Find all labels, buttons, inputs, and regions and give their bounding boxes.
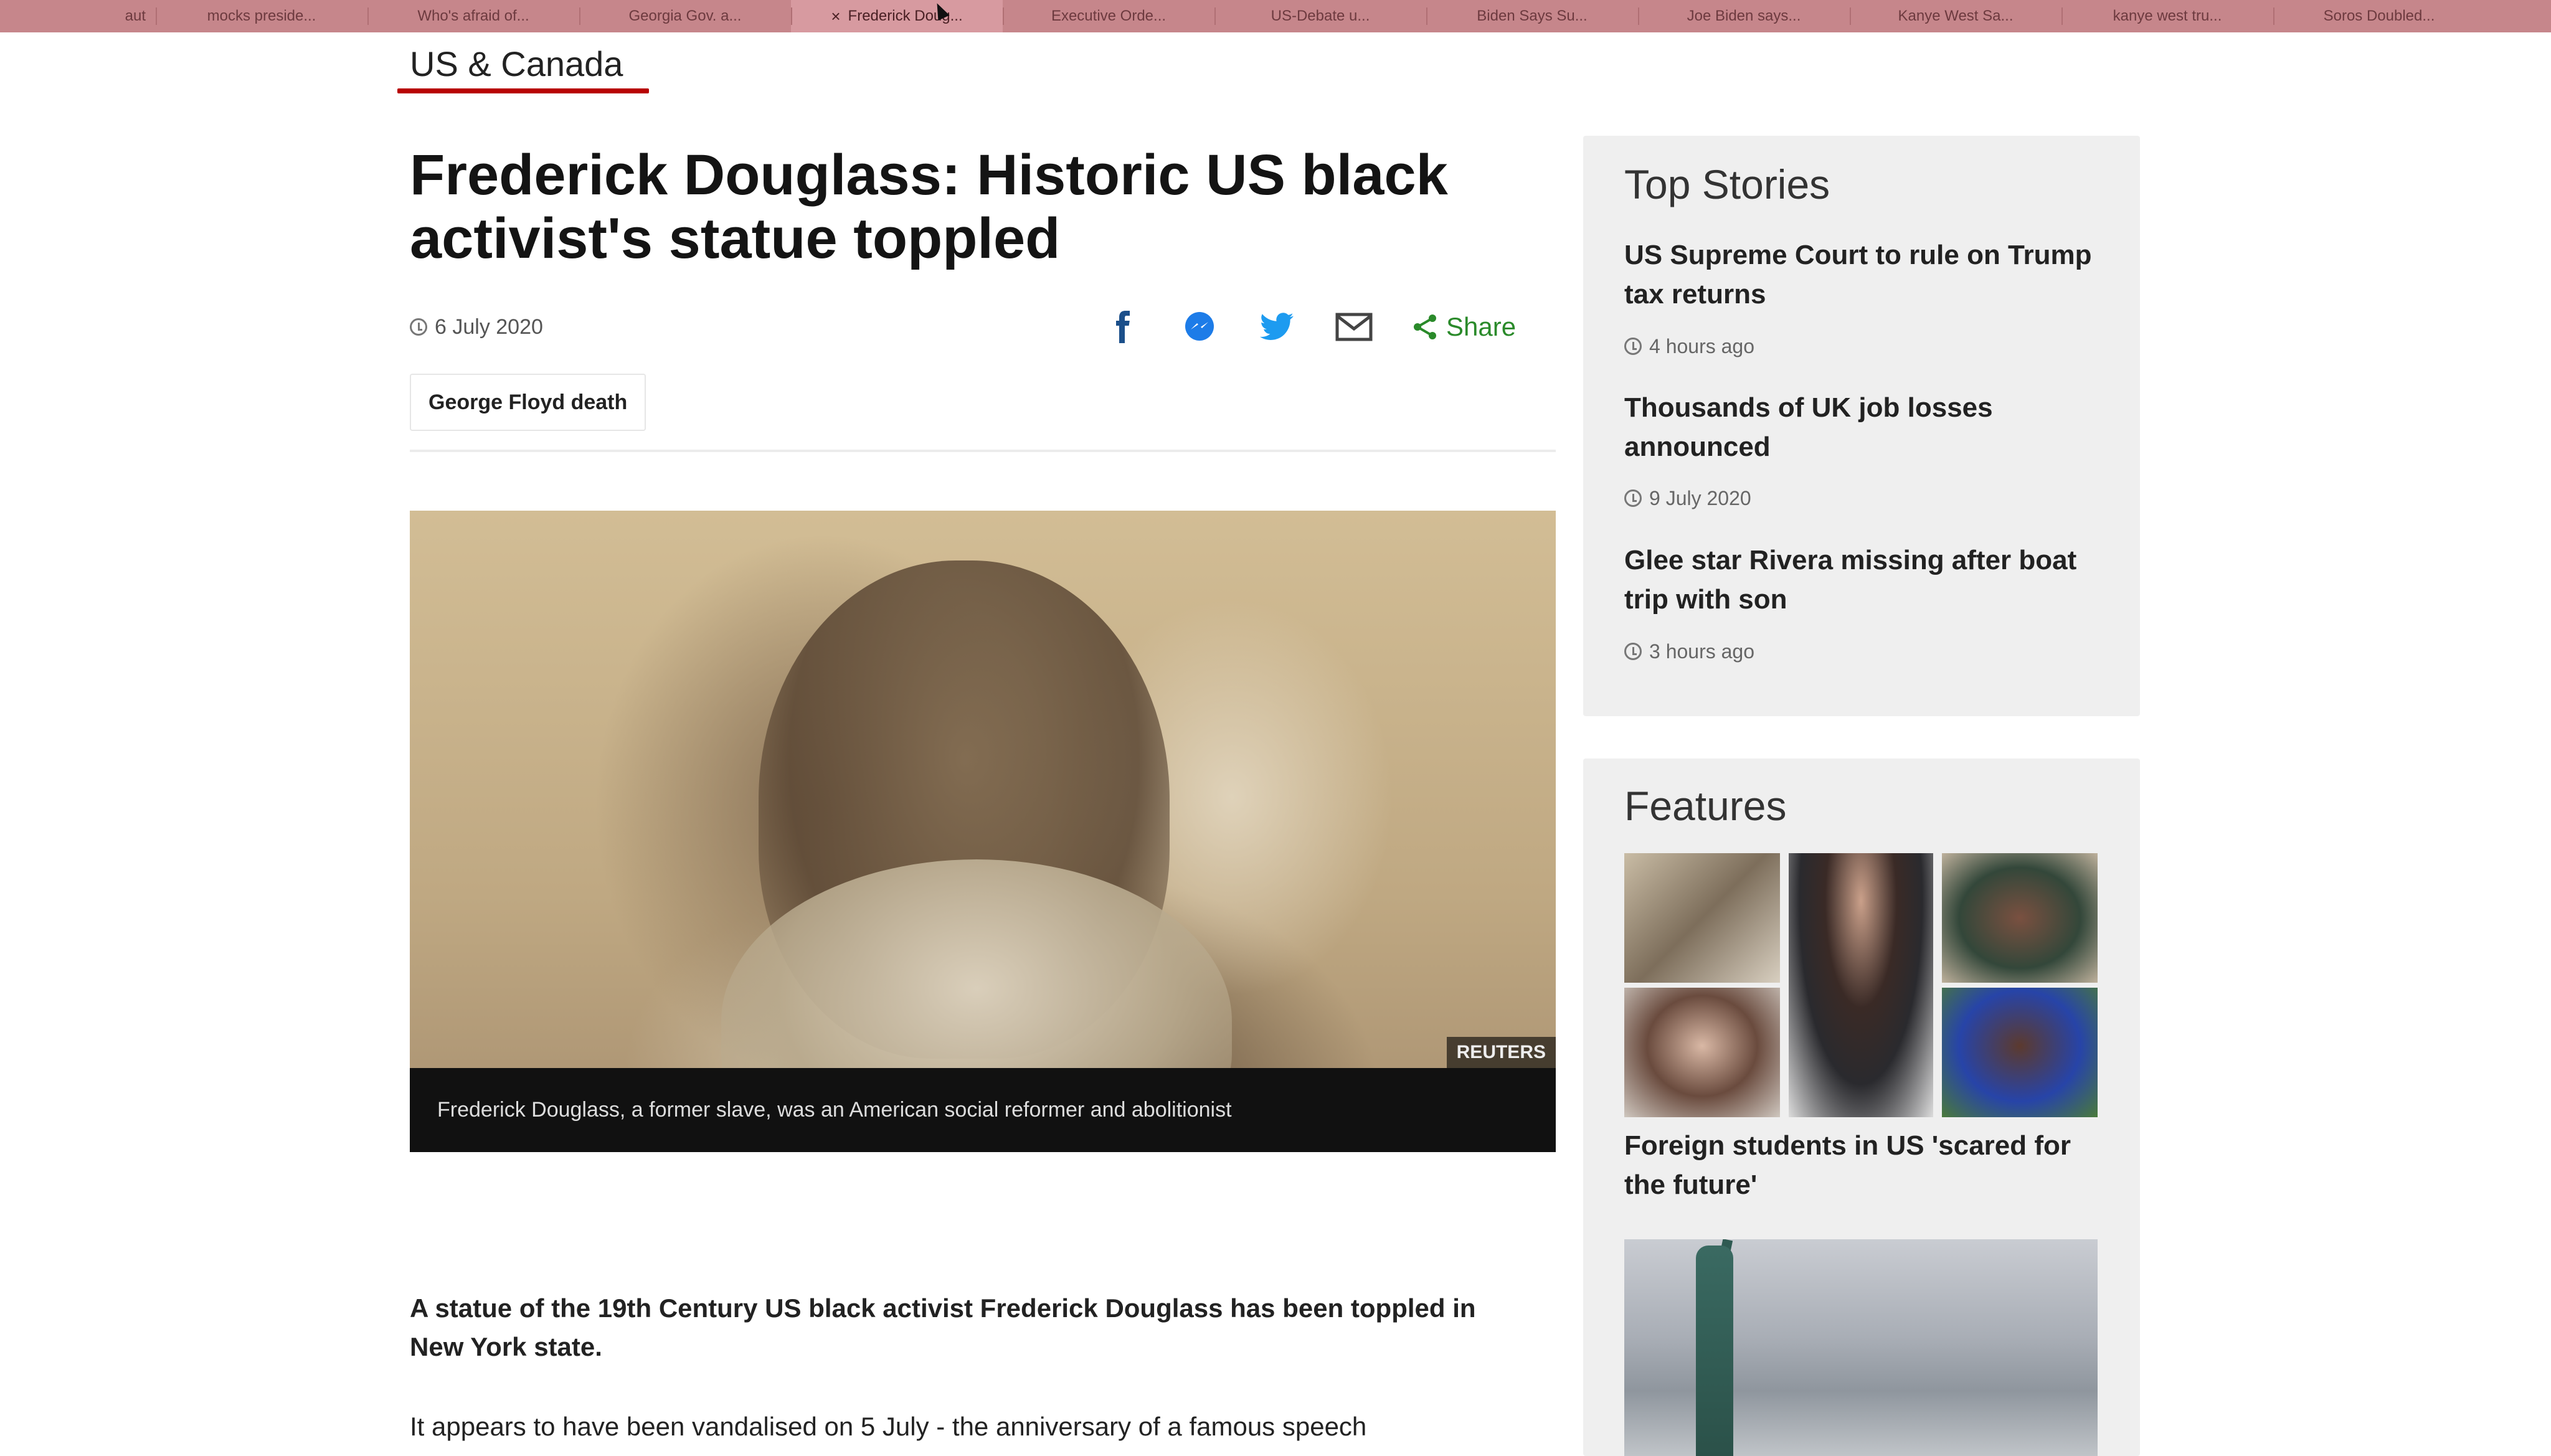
clock-icon xyxy=(1624,643,1642,660)
feature-image-collage[interactable] xyxy=(1624,853,2098,1117)
clock-icon xyxy=(1624,338,1642,355)
section-link-us-canada[interactable]: US & Canada xyxy=(410,44,623,84)
clock-icon xyxy=(410,318,427,336)
tab-label: Biden Says Su... xyxy=(1477,7,1588,24)
article-date: 6 July 2020 xyxy=(410,314,543,339)
top-story-link[interactable]: Glee star Rivera missing after boat trip… xyxy=(1624,541,2110,619)
browser-tab[interactable]: Kanye West Sa... xyxy=(1850,0,2061,32)
tab-label: aut xyxy=(125,7,146,24)
article-date-text: 6 July 2020 xyxy=(435,314,543,339)
email-icon[interactable] xyxy=(1334,307,1374,347)
article-paragraph: It appears to have been vandalised on 5 … xyxy=(410,1412,1367,1441)
browser-tab[interactable]: mocks preside... xyxy=(156,0,367,32)
tab-label: Executive Orde... xyxy=(1051,7,1167,24)
browser-tab[interactable]: Biden Says Su... xyxy=(1426,0,1638,32)
share-tools: Share xyxy=(1102,305,1516,349)
browser-tab[interactable]: aut xyxy=(0,0,156,32)
browser-tab[interactable]: Georgia Gov. a... xyxy=(579,0,791,32)
top-story-time-text: 4 hours ago xyxy=(1649,334,1755,357)
feature-thumb xyxy=(1942,853,2098,983)
top-stories-panel: Top Stories US Supreme Court to rule on … xyxy=(1583,136,2140,716)
clock-icon xyxy=(1624,489,1642,507)
messenger-icon[interactable] xyxy=(1180,307,1219,347)
browser-tab[interactable]: Soros Doubled... xyxy=(2273,0,2485,32)
tab-label: mocks preside... xyxy=(207,7,316,24)
feature-thumb xyxy=(1624,853,1780,983)
features-title: Features xyxy=(1624,783,1787,829)
tab-label: US-Debate u... xyxy=(1271,7,1370,24)
browser-tab[interactable]: Joe Biden says... xyxy=(1638,0,1850,32)
tab-label: Who's afraid of... xyxy=(417,7,529,24)
tab-label: kanye west tru... xyxy=(2113,7,2222,24)
browser-tab[interactable]: Who's afraid of... xyxy=(367,0,579,32)
top-story-link[interactable]: US Supreme Court to rule on Trump tax re… xyxy=(1624,235,2110,314)
top-story-time-text: 3 hours ago xyxy=(1649,640,1755,663)
browser-tab-bar: aut mocks preside... Who's afraid of... … xyxy=(0,0,2551,32)
browser-tab[interactable]: kanye west tru... xyxy=(2061,0,2273,32)
features-panel: Features Foreign students in US 'scared … xyxy=(1583,759,2140,1456)
tab-label: Joe Biden says... xyxy=(1687,7,1801,24)
browser-tab[interactable]: Executive Orde... xyxy=(1003,0,1214,32)
tab-label: Kanye West Sa... xyxy=(1898,7,2014,24)
feature-image-statue-of-liberty[interactable] xyxy=(1624,1239,2098,1456)
image-caption: Frederick Douglass, a former slave, was … xyxy=(410,1068,1556,1152)
top-stories-title: Top Stories xyxy=(1624,161,1830,207)
top-story-time: 9 July 2020 xyxy=(1624,486,1751,511)
top-story-time-text: 9 July 2020 xyxy=(1649,486,1751,509)
feature-link[interactable]: Foreign students in US 'scared for the f… xyxy=(1624,1126,2116,1204)
feature-thumb xyxy=(1789,853,1933,1117)
tab-close-icon[interactable]: × xyxy=(831,7,840,26)
image-credit: REUTERS xyxy=(1446,1037,1556,1068)
top-story-time: 4 hours ago xyxy=(1624,334,1754,359)
divider xyxy=(410,450,1556,452)
facebook-icon[interactable] xyxy=(1102,307,1142,347)
top-story-link[interactable]: Thousands of UK job losses announced xyxy=(1624,388,2110,466)
browser-tab[interactable]: US-Debate u... xyxy=(1214,0,1426,32)
browser-tab-active[interactable]: × Frederick Doug... xyxy=(791,0,1003,32)
article-hero-image: REUTERS Frederick Douglass, a former sla… xyxy=(410,511,1556,1152)
feature-thumb xyxy=(1942,988,2098,1117)
top-story-time: 3 hours ago xyxy=(1624,639,1754,664)
article-headline: Frederick Douglass: Historic US black ac… xyxy=(410,143,1448,270)
tab-label: Soros Doubled... xyxy=(2323,7,2435,24)
topic-tag-george-floyd-death[interactable]: George Floyd death xyxy=(410,374,646,431)
article-lede: A statue of the 19th Century US black ac… xyxy=(410,1293,1476,1361)
feature-image-detail xyxy=(1696,1246,1733,1456)
share-button-label: Share xyxy=(1446,312,1517,341)
section-active-underline xyxy=(397,88,649,93)
share-icon xyxy=(1414,314,1436,339)
share-button[interactable]: Share xyxy=(1411,312,1516,342)
feature-thumb xyxy=(1624,988,1780,1117)
twitter-icon[interactable] xyxy=(1257,307,1297,347)
tab-label: Georgia Gov. a... xyxy=(628,7,742,24)
